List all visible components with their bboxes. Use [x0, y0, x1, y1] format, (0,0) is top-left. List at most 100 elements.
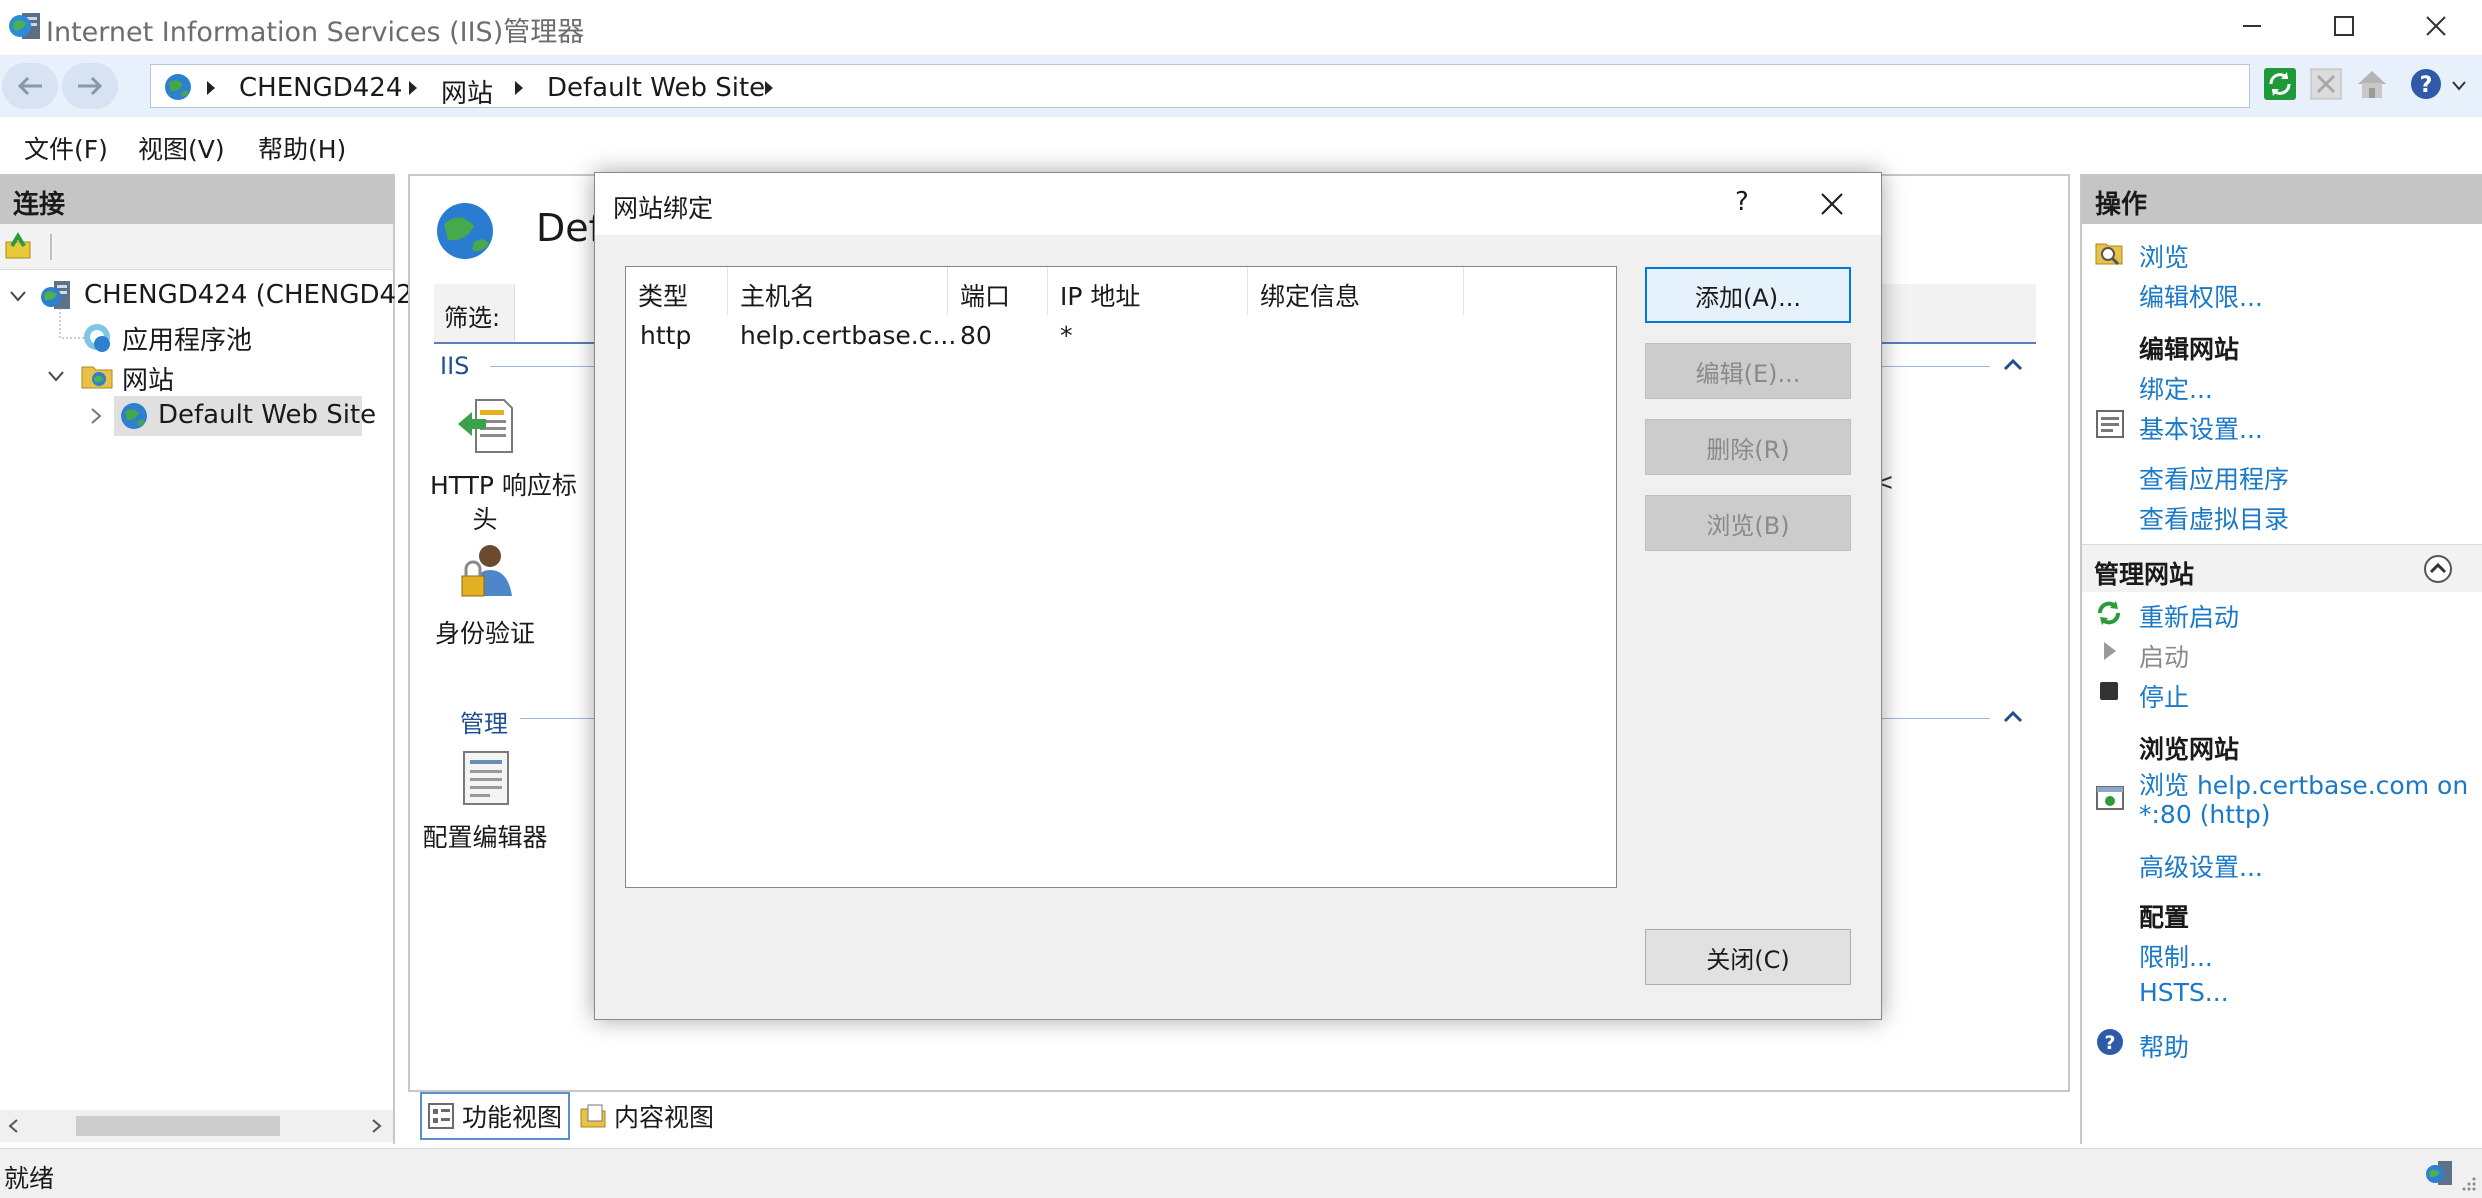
- actions-panel: 操作 浏览 编辑权限... 编辑网站 绑定... 基本设置... 查看应用程序 …: [2080, 174, 2482, 1144]
- svg-text:?: ?: [2104, 1032, 2115, 1054]
- breadcrumb-default-site[interactable]: Default Web Site: [547, 73, 765, 103]
- maximize-button[interactable]: [2298, 0, 2390, 52]
- chevron-down-icon[interactable]: [46, 366, 66, 386]
- help-icon[interactable]: ?: [2408, 66, 2444, 102]
- sites-folder-icon: [81, 366, 113, 389]
- chevron-right-icon[interactable]: [86, 406, 106, 426]
- scroll-right-icon[interactable]: [368, 1118, 384, 1134]
- connect-icon[interactable]: [4, 232, 34, 262]
- action-bindings[interactable]: 绑定...: [2139, 370, 2213, 406]
- content-view-icon: [580, 1104, 606, 1128]
- tab-content-view[interactable]: 内容视图: [574, 1092, 724, 1140]
- action-hsts[interactable]: HSTS...: [2139, 978, 2229, 1007]
- minimize-button[interactable]: [2206, 0, 2298, 52]
- action-advanced-settings[interactable]: 高级设置...: [2139, 848, 2263, 884]
- column-header-ip[interactable]: IP 地址: [1048, 267, 1248, 315]
- feature-http-label-2: 头: [472, 505, 498, 534]
- collapse-up-icon[interactable]: [2422, 553, 2454, 585]
- breadcrumb-separator[interactable]: [207, 81, 215, 95]
- tree-app-pools[interactable]: 应用程序池: [122, 320, 252, 357]
- page-title: Def: [536, 206, 603, 250]
- connections-toolbar: [0, 224, 393, 270]
- column-header-host[interactable]: 主机名: [728, 267, 948, 315]
- globe-icon: [121, 403, 147, 429]
- tab-features-view[interactable]: 功能视图: [420, 1092, 570, 1140]
- tree-default-site-row[interactable]: Default Web Site: [114, 396, 376, 436]
- minimize-icon: [2243, 25, 2261, 27]
- tree-sites[interactable]: 网站: [122, 360, 174, 397]
- column-header-info[interactable]: 绑定信息: [1248, 267, 1464, 315]
- breadcrumb-separator[interactable]: [515, 81, 523, 95]
- help-icon: ?: [2097, 1029, 2123, 1055]
- dialog-close-icon[interactable]: [1819, 191, 1845, 217]
- actions-title: 操作: [2095, 190, 2148, 220]
- action-help[interactable]: 帮助: [2139, 1028, 2189, 1064]
- chevron-down-icon[interactable]: [8, 286, 28, 306]
- address-bar[interactable]: CHENGD424 网站 Default Web Site: [150, 64, 2250, 110]
- action-basic-settings[interactable]: 基本设置...: [2139, 410, 2263, 446]
- iis-app-icon: [9, 13, 40, 39]
- action-browse[interactable]: 浏览: [2139, 238, 2189, 274]
- action-view-virtual-dirs[interactable]: 查看虚拟目录: [2139, 500, 2289, 536]
- collapse-up-icon[interactable]: [2002, 356, 2024, 374]
- action-view-applications[interactable]: 查看应用程序: [2139, 460, 2289, 496]
- action-start[interactable]: 启动: [2139, 638, 2189, 674]
- cell-type: http: [640, 321, 692, 350]
- collapse-up-icon[interactable]: [2002, 708, 2024, 726]
- connections-header: 连接: [0, 174, 393, 224]
- status-bar: 就绪: [0, 1148, 2482, 1198]
- breadcrumb-server[interactable]: CHENGD424: [239, 73, 402, 103]
- action-edit-permissions[interactable]: 编辑权限...: [2139, 278, 2263, 314]
- column-header-type[interactable]: 类型: [626, 267, 728, 315]
- chevron-down-icon[interactable]: [2450, 77, 2468, 95]
- maximize-icon: [2334, 16, 2354, 36]
- action-restart[interactable]: 重新启动: [2139, 598, 2239, 634]
- dialog-title-bar: 网站绑定 ?: [595, 173, 1881, 235]
- action-stop[interactable]: 停止: [2139, 678, 2189, 714]
- server-icon: [41, 281, 70, 309]
- dialog-help-button[interactable]: ?: [1735, 187, 1749, 217]
- tab-content-label: 内容视图: [614, 1103, 715, 1132]
- action-browse-url-2[interactable]: *:80 (http): [2139, 800, 2271, 829]
- menu-file[interactable]: 文件(F): [24, 130, 108, 166]
- bindings-list[interactable]: 类型 主机名 端口 IP 地址 绑定信息 http help.certbase.…: [625, 266, 1617, 888]
- menu-bar: 文件(F) 视图(V) 帮助(H): [0, 122, 2482, 170]
- back-button[interactable]: [2, 63, 58, 109]
- breadcrumb-separator[interactable]: [765, 81, 773, 95]
- browse-binding-button[interactable]: 浏览(B): [1645, 495, 1851, 551]
- column-header-port[interactable]: 端口: [948, 267, 1048, 315]
- close-dialog-button[interactable]: 关闭(C): [1645, 929, 1851, 985]
- globe-icon: [165, 74, 191, 100]
- breadcrumb-sites[interactable]: 网站: [441, 73, 493, 110]
- action-browse-url-1[interactable]: 浏览 help.certbase.com on: [2139, 766, 2468, 802]
- close-window-button[interactable]: [2390, 0, 2482, 52]
- tree-server[interactable]: CHENGD424 (CHENGD424\: [84, 280, 438, 310]
- home-icon[interactable]: [2354, 66, 2390, 102]
- action-limits[interactable]: 限制...: [2139, 938, 2213, 974]
- arrow-left-icon: [17, 76, 42, 96]
- forward-button[interactable]: [62, 63, 118, 109]
- feature-http-label-1: HTTP 响应标: [430, 471, 577, 500]
- resize-grip-icon[interactable]: [2458, 1175, 2478, 1195]
- app-pool-icon: [84, 324, 110, 352]
- close-icon: [2426, 16, 2446, 36]
- restart-icon: [2098, 601, 2120, 625]
- breadcrumb-separator[interactable]: [409, 81, 417, 95]
- menu-view[interactable]: 视图(V): [138, 130, 225, 166]
- remove-binding-button[interactable]: 删除(R): [1645, 419, 1851, 475]
- add-binding-button[interactable]: 添加(A)...: [1645, 267, 1851, 323]
- stop-icon[interactable]: [2308, 66, 2344, 102]
- menu-help[interactable]: 帮助(H): [258, 130, 346, 166]
- scrollbar-thumb[interactable]: [76, 1116, 280, 1136]
- connections-title: 连接: [13, 190, 66, 220]
- browse-site-icon: [2096, 786, 2124, 810]
- section-edit-site: 编辑网站: [2139, 335, 2240, 364]
- edit-binding-button[interactable]: 编辑(E)...: [1645, 343, 1851, 399]
- connections-panel: 连接 CHENGD424 (CHENGD424\ 应用程序池 网站 Defaul…: [0, 174, 438, 1144]
- user-lock-icon: [461, 545, 512, 597]
- refresh-icon[interactable]: [2262, 66, 2298, 102]
- scroll-left-icon[interactable]: [6, 1118, 22, 1134]
- status-text: 就绪: [4, 1164, 55, 1193]
- svg-text:?: ?: [2420, 73, 2433, 98]
- horizontal-scrollbar[interactable]: [0, 1110, 393, 1142]
